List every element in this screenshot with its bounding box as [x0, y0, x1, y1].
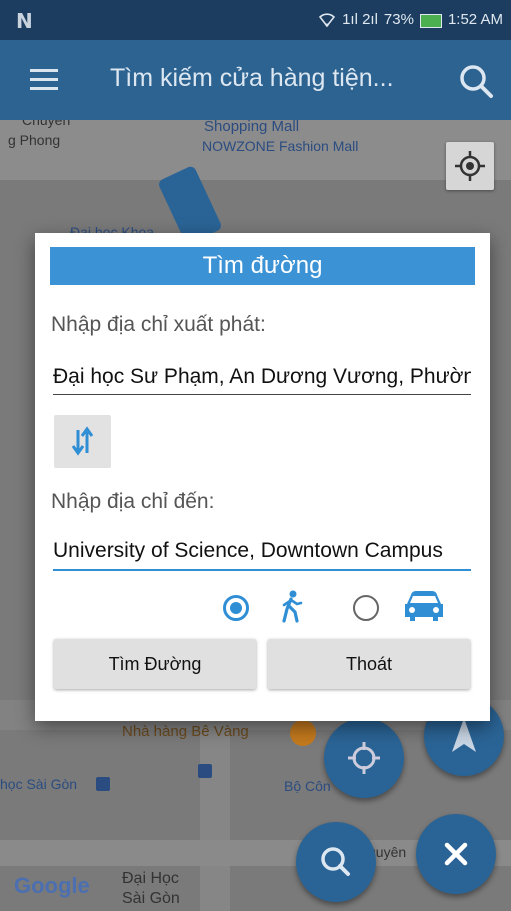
walking-person-icon	[282, 590, 303, 623]
map-label: NOWZONE Fashion Mall	[202, 138, 359, 154]
toolbar-title: Tìm kiếm cửa hàng tiện...	[110, 64, 394, 92]
to-input-underline	[53, 569, 471, 571]
status-bar: N 1ıl 2ıl 73% 1:52 AM	[0, 0, 511, 40]
restaurant-icon	[290, 720, 316, 746]
car-mode-radio[interactable]	[353, 595, 379, 621]
map-label: g Phong	[8, 132, 61, 148]
close-fab[interactable]	[416, 814, 496, 894]
my-location-button[interactable]	[446, 142, 494, 190]
from-address-input[interactable]	[53, 357, 471, 397]
directions-dialog: Tìm đường Nhập địa chỉ xuất phát: Nhập đ…	[35, 233, 490, 721]
google-logo: Google	[14, 873, 90, 898]
search-fab[interactable]	[296, 822, 376, 902]
status-icons: 1ıl 2ıl 73% 1:52 AM	[318, 11, 503, 28]
map-label: Shopping Mall	[204, 120, 300, 135]
exit-button[interactable]: Thoát	[268, 639, 470, 689]
swap-addresses-button[interactable]	[54, 415, 111, 468]
bus-stop-icon	[198, 764, 212, 778]
bus-stop-icon	[96, 777, 110, 791]
from-label: Nhập địa chỉ xuất phát:	[51, 313, 266, 336]
to-label: Nhập địa chỉ đến:	[51, 490, 215, 513]
target-icon	[348, 742, 380, 774]
close-icon	[444, 842, 468, 866]
map-road	[200, 720, 230, 911]
map-label: Nhà hàng Bê Vàng	[122, 723, 249, 740]
crosshair-icon	[455, 151, 485, 181]
clock: 1:52 AM	[447, 11, 503, 28]
car-icon	[405, 591, 443, 621]
find-route-button[interactable]: Tìm Đường	[54, 639, 256, 689]
menu-icon[interactable]	[30, 69, 58, 91]
walk-mode-radio[interactable]	[223, 595, 249, 621]
map-label: Đại Học	[122, 870, 179, 887]
center-location-fab[interactable]	[324, 718, 404, 798]
app-toolbar: Tìm kiếm cửa hàng tiện...	[0, 40, 511, 120]
signal-indicator: 1ıl 2ıl	[342, 11, 378, 28]
map-label: Sài Gòn	[122, 890, 180, 907]
wifi-icon	[318, 12, 336, 27]
notification-n-icon: N	[16, 9, 33, 33]
map-label: Chuyên	[22, 120, 71, 128]
dialog-title: Tìm đường	[50, 247, 475, 285]
search-icon	[321, 847, 350, 876]
battery-percent: 73%	[383, 11, 414, 28]
swap-arrows-icon	[71, 426, 94, 456]
search-icon[interactable]	[458, 63, 494, 99]
battery-icon	[419, 13, 442, 28]
from-input-underline	[53, 394, 471, 395]
map-label: học Sài Gòn	[0, 776, 78, 792]
to-address-input[interactable]	[53, 531, 471, 571]
